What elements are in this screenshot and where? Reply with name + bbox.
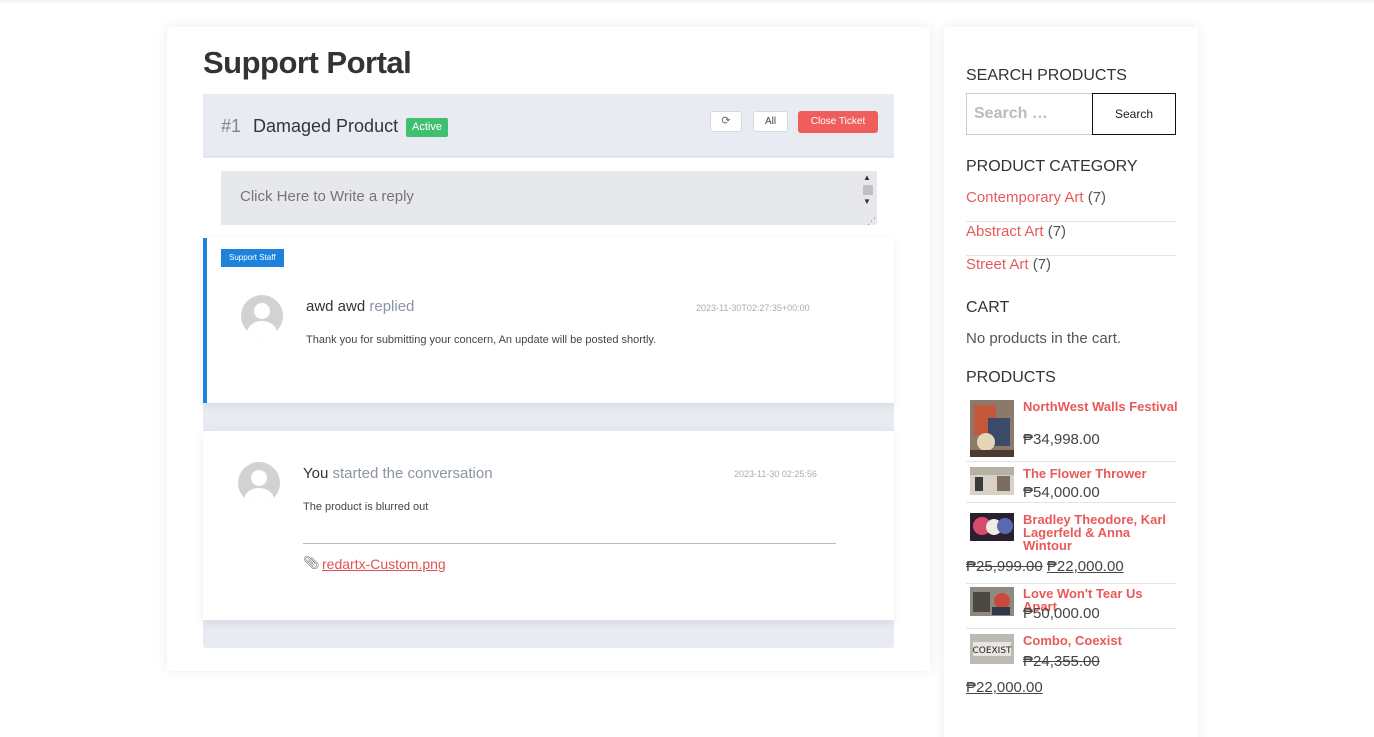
category-count: (7) bbox=[1032, 256, 1052, 273]
sale-price-text: ₱22,000.00 bbox=[966, 679, 1043, 696]
category-item-street-art[interactable]: Street Art (7) bbox=[966, 256, 1176, 289]
message-timestamp: 2023-11-30 02:25:56 bbox=[734, 469, 817, 479]
product-sale-price: ₱22,000.00 bbox=[966, 679, 1043, 696]
product-item[interactable]: Bradley Theodore, Karl Lagerfeld & Anna … bbox=[966, 513, 1176, 584]
refresh-icon: ⟳ bbox=[721, 115, 731, 127]
ticket-number: #1 bbox=[221, 116, 242, 136]
paperclip-icon: 📎︎ bbox=[303, 555, 320, 570]
product-thumbnail[interactable] bbox=[970, 587, 1014, 616]
search-input[interactable] bbox=[966, 93, 1093, 135]
product-sale-price: ₱22,000.00 bbox=[1046, 558, 1124, 575]
resize-grip-icon[interactable]: ⋰ bbox=[867, 216, 876, 227]
avatar bbox=[238, 462, 280, 504]
product-name[interactable]: NorthWest Walls Festival bbox=[1023, 400, 1178, 413]
author-name: awd awd bbox=[306, 298, 366, 315]
product-price: ₱50,000.00 bbox=[1023, 605, 1100, 622]
category-link[interactable]: Street Art bbox=[966, 256, 1029, 273]
author-name: You bbox=[303, 465, 329, 482]
all-button[interactable]: All bbox=[753, 111, 788, 132]
search-button[interactable]: Search bbox=[1092, 93, 1176, 135]
author-verb: started the conversation bbox=[332, 465, 493, 482]
message-author: You started the conversation bbox=[303, 465, 493, 482]
product-item[interactable]: Love Won't Tear Us Apart ₱50,000.00 bbox=[966, 587, 1176, 629]
category-count: (7) bbox=[1087, 189, 1107, 206]
category-link[interactable]: Contemporary Art bbox=[966, 189, 1084, 206]
product-item[interactable]: COEXIST Combo, Coexist ₱24,355.00 ₱22,00… bbox=[966, 634, 1176, 702]
scroll-up-icon[interactable]: ▲ bbox=[863, 174, 871, 182]
product-price: ₱54,000.00 bbox=[1023, 484, 1100, 501]
message-text: Thank you for submitting your concern, A… bbox=[306, 334, 657, 346]
product-old-price: ₱24,355.00 bbox=[1023, 653, 1100, 670]
product-old-price: ₱25,999.00 bbox=[966, 558, 1043, 575]
product-thumbnail[interactable] bbox=[970, 400, 1014, 457]
category-count: (7) bbox=[1047, 223, 1067, 240]
product-price-group: ₱25,999.00 ₱22,000.00 bbox=[966, 558, 1124, 575]
status-badge: Active bbox=[406, 118, 448, 137]
top-bar-shadow bbox=[0, 0, 1374, 4]
page-title: Support Portal bbox=[203, 45, 412, 80]
support-staff-tag: Support Staff bbox=[221, 249, 284, 267]
close-ticket-button[interactable]: Close Ticket bbox=[798, 111, 878, 133]
author-verb: replied bbox=[369, 298, 415, 315]
product-thumbnail[interactable] bbox=[970, 467, 1014, 495]
product-price: ₱34,998.00 bbox=[1023, 431, 1100, 448]
scroll-thumb[interactable] bbox=[863, 185, 873, 195]
message-timestamp: 2023-11-30T02:27:35+00:00 bbox=[696, 303, 810, 313]
avatar bbox=[241, 295, 283, 337]
support-portal-card: Support Portal #1 Damaged Product Active… bbox=[167, 27, 930, 671]
product-item[interactable]: The Flower Thrower ₱54,000.00 bbox=[966, 467, 1176, 503]
message-text: The product is blurred out bbox=[303, 501, 429, 513]
product-name[interactable]: Bradley Theodore, Karl Lagerfeld & Anna … bbox=[1023, 513, 1178, 552]
old-price-text: ₱24,355.00 bbox=[1023, 653, 1100, 670]
ticket-header: #1 Damaged Product Active ⟳ All Close Ti… bbox=[203, 94, 894, 157]
category-item-abstract-art[interactable]: Abstract Art (7) bbox=[966, 223, 1176, 256]
ticket-box: #1 Damaged Product Active ⟳ All Close Ti… bbox=[203, 94, 894, 648]
product-name[interactable]: The Flower Thrower bbox=[1023, 467, 1178, 480]
search-products-title: SEARCH PRODUCTS bbox=[966, 67, 1127, 84]
refresh-button[interactable]: ⟳ bbox=[710, 111, 742, 132]
product-name[interactable]: Combo, Coexist bbox=[1023, 634, 1178, 647]
scroll-down-icon[interactable]: ▼ bbox=[863, 198, 871, 206]
product-category-title: PRODUCT CATEGORY bbox=[966, 158, 1138, 175]
products-title: PRODUCTS bbox=[966, 369, 1056, 386]
message-author: awd awd replied bbox=[306, 298, 414, 315]
user-message: You started the conversation 2023-11-30 … bbox=[203, 430, 894, 620]
product-thumbnail[interactable]: COEXIST bbox=[970, 634, 1014, 664]
cart-title: CART bbox=[966, 299, 1010, 316]
reply-area: ▲ ▼ ⋰ bbox=[203, 158, 894, 238]
category-link[interactable]: Abstract Art bbox=[966, 223, 1044, 240]
staff-reply-message: Support Staff awd awd replied 2023-11-30… bbox=[203, 238, 894, 403]
reply-input[interactable] bbox=[221, 171, 877, 225]
attachment-link[interactable]: redartx-Custom.png bbox=[322, 556, 446, 572]
product-item[interactable]: NorthWest Walls Festival ₱34,998.00 bbox=[966, 400, 1178, 462]
sidebar: SEARCH PRODUCTS Search PRODUCT CATEGORY … bbox=[944, 27, 1198, 737]
ticket-title: Damaged Product bbox=[253, 116, 399, 136]
attachment-divider bbox=[303, 543, 836, 544]
product-thumbnail[interactable] bbox=[970, 513, 1014, 541]
category-item-contemporary-art[interactable]: Contemporary Art (7) bbox=[966, 189, 1176, 222]
cart-empty-text: No products in the cart. bbox=[966, 330, 1122, 347]
svg-text:COEXIST: COEXIST bbox=[972, 646, 1012, 656]
